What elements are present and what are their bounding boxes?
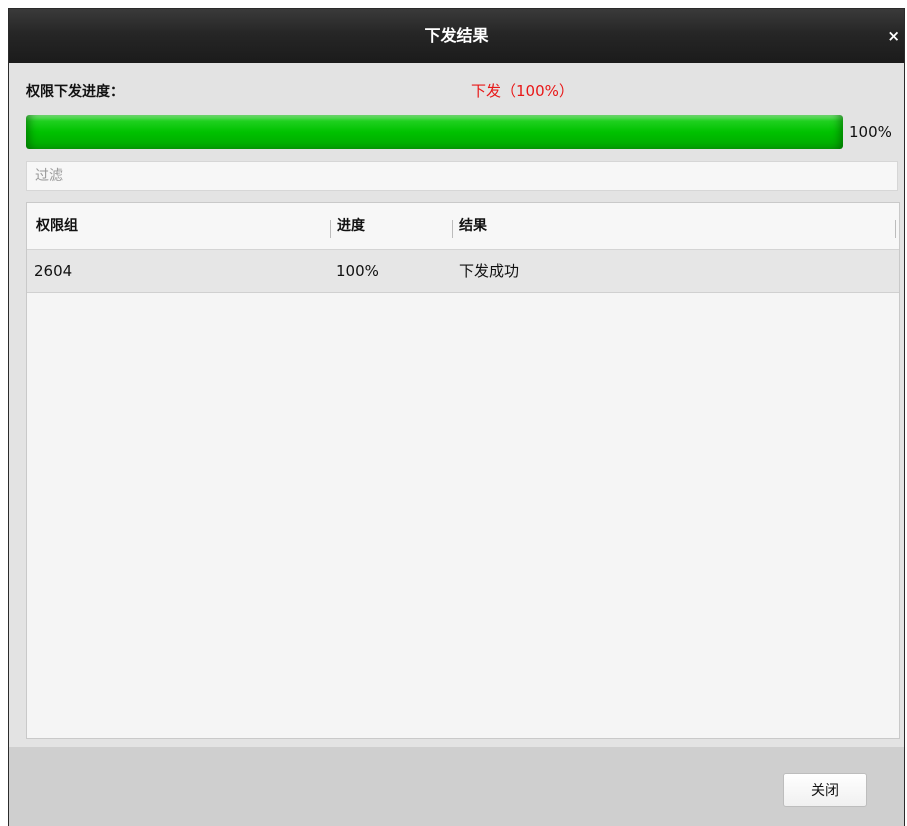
table-header: 权限组 进度 结果 xyxy=(27,203,899,250)
column-separator[interactable] xyxy=(452,220,453,238)
column-separator[interactable] xyxy=(330,220,331,238)
dialog-title: 下发结果 xyxy=(424,26,489,45)
cell-group: 2604 xyxy=(34,262,73,280)
title-bar[interactable]: 下发结果 × xyxy=(9,9,904,63)
table-row[interactable]: 2604 100% 下发成功 xyxy=(27,250,899,293)
cell-result: 下发成功 xyxy=(459,262,520,280)
column-header-progress[interactable]: 进度 xyxy=(337,203,365,249)
issue-result-dialog: 下发结果 × 权限下发进度： 下发（100%） 100% 权限组 进度 结果 2… xyxy=(8,8,905,826)
result-table: 权限组 进度 结果 2604 100% 下发成功 xyxy=(26,202,900,739)
close-icon[interactable]: × xyxy=(887,9,900,63)
column-header-result[interactable]: 结果 xyxy=(459,203,487,249)
footer-bar xyxy=(9,747,904,826)
filter-input[interactable] xyxy=(26,161,898,191)
progress-percent: 100% xyxy=(849,123,892,141)
close-button[interactable]: 关闭 xyxy=(783,773,867,807)
cell-progress: 100% xyxy=(336,262,379,280)
progress-label: 权限下发进度： xyxy=(26,84,124,100)
column-header-group[interactable]: 权限组 xyxy=(36,203,78,249)
progress-bar-fill xyxy=(26,115,843,149)
progress-bar xyxy=(26,115,843,149)
progress-status-text: 下发（100%） xyxy=(471,82,574,100)
column-separator[interactable] xyxy=(895,220,896,238)
